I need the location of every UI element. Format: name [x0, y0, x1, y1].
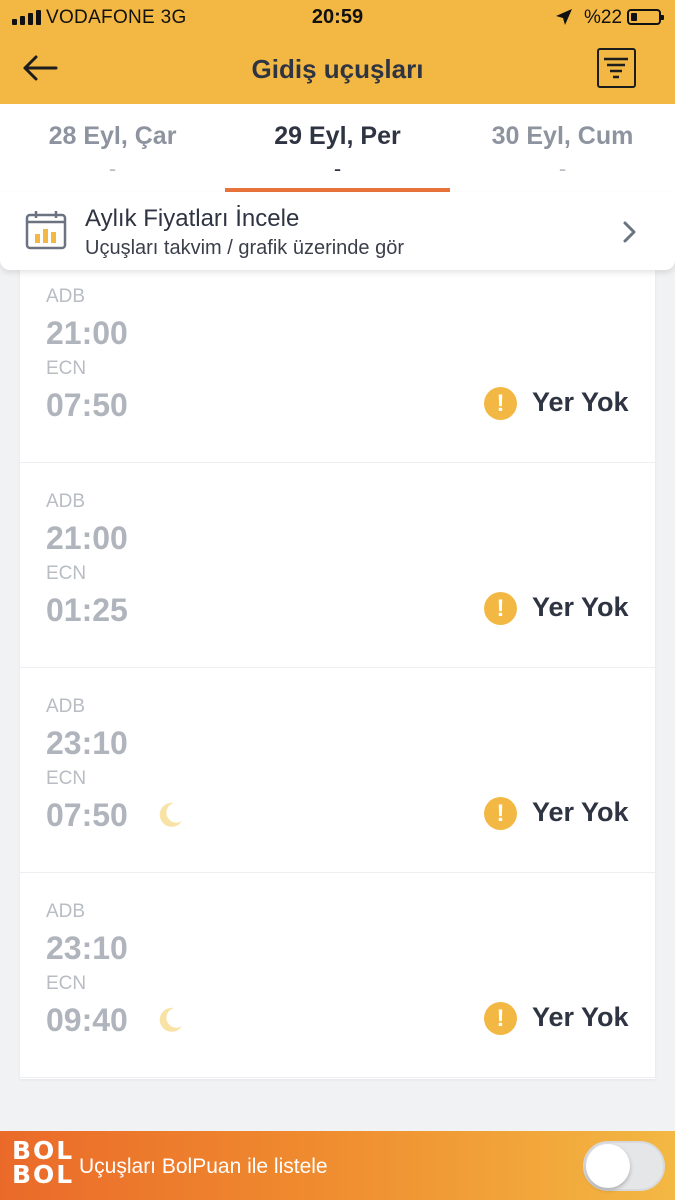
moon-icon [159, 802, 182, 827]
tab-date-label: 28 Eyl, Çar [48, 122, 177, 150]
arrival-airport: ECN [46, 768, 87, 789]
departure-time: 21:00 [46, 520, 128, 556]
arrival-airport: ECN [46, 358, 87, 379]
flight-row[interactable]: ADB 23:10 ECN 09:40 ! Yer Yok [20, 873, 655, 1078]
battery-level [631, 13, 637, 21]
date-tabs: 28 Eyl, Çar - 29 Eyl, Per - 30 Eyl, Cum … [0, 104, 675, 192]
bolpuan-toggle[interactable] [583, 1141, 665, 1191]
tab-date-prev[interactable]: 28 Eyl, Çar - [0, 104, 225, 192]
arrival-time: 07:50 [46, 797, 128, 833]
departure-time: 23:10 [46, 930, 128, 966]
flight-row[interactable]: ADB 21:00 ECN 01:25 ! Yer Yok [20, 463, 655, 668]
warning-icon: ! [484, 797, 517, 830]
battery-percent: %22 [584, 7, 623, 28]
bolbol-logo-bottom: BOL [12, 1160, 75, 1189]
status-time: 20:59 [311, 6, 364, 28]
warning-icon: ! [484, 387, 517, 420]
tab-date-selected[interactable]: 29 Eyl, Per - [225, 104, 450, 192]
flight-row[interactable]: ADB 23:10 ECN 07:50 ! Yer Yok [20, 668, 655, 873]
arrival-airport: ECN [46, 973, 87, 994]
availability-status: Yer Yok [532, 387, 629, 417]
tab-date-next[interactable]: 30 Eyl, Cum - [450, 104, 675, 192]
departure-airport: ADB [46, 491, 86, 512]
departure-airport: ADB [46, 901, 86, 922]
page-title: Gidiş uçuşları [251, 54, 424, 84]
monthly-prices-banner[interactable]: Aylık Fiyatları İncele Uçuşları takvim /… [0, 192, 675, 270]
tab-price: - [108, 156, 117, 181]
arrival-time: 07:50 [46, 387, 128, 423]
departure-time: 21:00 [46, 315, 128, 351]
tab-date-label: 30 Eyl, Cum [491, 122, 634, 150]
departure-time: 23:10 [46, 725, 128, 761]
flight-row[interactable]: ADB 21:00 ECN 07:50 ! Yer Yok [20, 258, 655, 463]
bolpuan-label: Uçuşları BolPuan ile listele [79, 1155, 328, 1178]
bolbol-logo: BOL BOL [12, 1138, 75, 1189]
warning-icon: ! [484, 592, 517, 625]
departure-airport: ADB [46, 696, 86, 717]
arrival-time: 09:40 [46, 1002, 128, 1038]
monthly-prices-subtitle: Uçuşları takvim / grafik üzerinde gör [85, 237, 405, 259]
tab-date-label: 29 Eyl, Per [274, 122, 401, 150]
filter-icon [604, 57, 628, 79]
availability-status: Yer Yok [532, 797, 629, 827]
tab-price: - [558, 156, 567, 181]
toggle-knob [586, 1144, 630, 1188]
calendar-chart-icon [25, 211, 67, 250]
filter-button[interactable] [597, 48, 636, 88]
bolpuan-bar: BOL BOL Uçuşları BolPuan ile listele [0, 1131, 675, 1200]
departure-airport: ADB [46, 286, 86, 307]
flight-list: ADB 21:00 ECN 07:50 ! Yer Yok ADB 21:00 … [20, 258, 655, 1079]
app-header: VODAFONE 3G 20:59 %22 Gidiş uçuşları [0, 0, 675, 104]
arrival-airport: ECN [46, 563, 87, 584]
tab-price: - [333, 156, 342, 181]
availability-status: Yer Yok [532, 1002, 629, 1032]
warning-icon: ! [484, 1002, 517, 1035]
status-bar: VODAFONE 3G 20:59 %22 [0, 0, 675, 34]
moon-icon [159, 1007, 182, 1032]
arrival-time: 01:25 [46, 592, 128, 628]
monthly-prices-title: Aylık Fiyatları İncele [85, 205, 300, 232]
location-arrow-icon [556, 9, 572, 25]
availability-status: Yer Yok [532, 592, 629, 622]
battery-icon [627, 9, 664, 25]
chevron-right-icon[interactable] [620, 220, 640, 244]
